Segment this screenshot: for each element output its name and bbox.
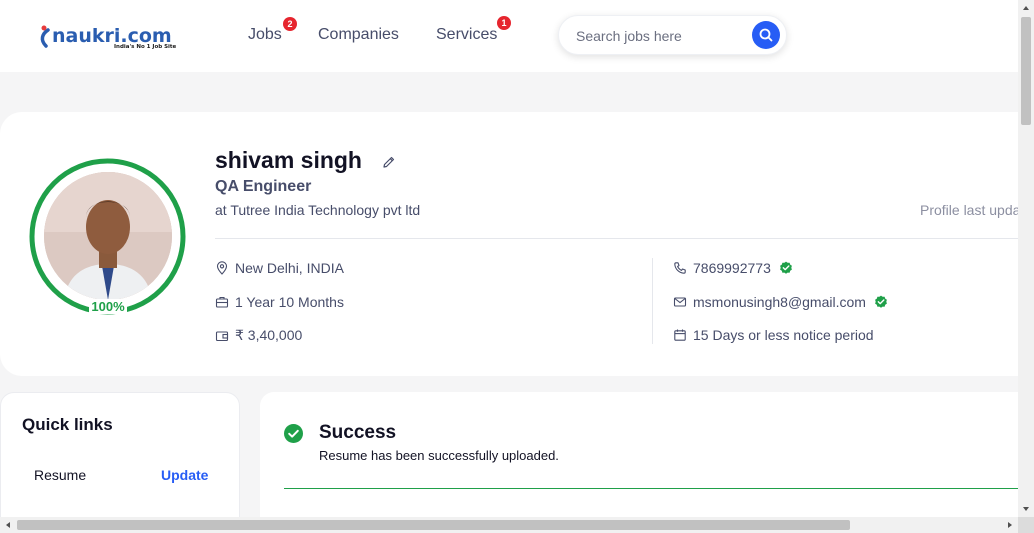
- location-pin-icon: [216, 261, 228, 275]
- details-column-divider: [652, 258, 653, 344]
- upload-success-card: Success Resume has been successfully upl…: [260, 392, 1018, 533]
- avatar[interactable]: [44, 172, 172, 300]
- nav-companies-label: Companies: [318, 26, 399, 43]
- profile-summary-card: 100% shivam singh QA Engineer at Tutree …: [0, 112, 1018, 376]
- job-search-bar[interactable]: Search jobs here: [558, 15, 787, 55]
- mail-icon: [673, 297, 687, 307]
- quick-links-panel: Quick links Resume Update: [0, 392, 240, 533]
- profile-last-updated: Profile last upda: [920, 202, 1018, 218]
- vertical-scroll-thumb[interactable]: [1021, 17, 1031, 125]
- profile-photo: [44, 172, 172, 300]
- search-button[interactable]: [752, 21, 780, 49]
- scroll-up-arrow-icon[interactable]: [1018, 0, 1034, 16]
- quick-links-title: Quick links: [22, 415, 113, 434]
- briefcase-icon: [215, 296, 229, 308]
- profile-divider: [215, 238, 1018, 239]
- nav-companies[interactable]: Companies: [318, 26, 399, 44]
- success-title: Success: [319, 422, 397, 443]
- profile-company: at Tutree India Technology pvt ltd: [215, 202, 421, 218]
- experience-text: 1 Year 10 Months: [235, 294, 344, 310]
- search-input[interactable]: Search jobs here: [576, 28, 682, 44]
- profile-designation: QA Engineer: [215, 178, 312, 195]
- nav-services-label: Services: [436, 26, 498, 43]
- services-notification-badge: 1: [497, 16, 511, 30]
- scroll-down-arrow-icon[interactable]: [1018, 501, 1034, 517]
- phone-icon: [674, 262, 686, 274]
- location-text: New Delhi, INDIA: [235, 260, 344, 276]
- profile-completion-percent: 100%: [89, 299, 127, 314]
- nav-jobs-label: Jobs: [248, 26, 282, 43]
- resume-update-link[interactable]: Update: [161, 467, 208, 483]
- wallet-icon: [215, 330, 229, 341]
- jobs-notification-badge: 2: [283, 17, 297, 31]
- salary-text: ₹ 3,40,000: [235, 327, 303, 343]
- edit-pencil-icon[interactable]: [382, 155, 396, 169]
- salary-detail: ₹ 3,40,000: [215, 327, 302, 344]
- vertical-scrollbar[interactable]: [1018, 0, 1034, 517]
- email-text: msmonusingh8@gmail.com: [693, 294, 866, 310]
- scroll-left-arrow-icon[interactable]: [0, 517, 16, 533]
- success-divider: [284, 488, 1018, 489]
- naukri-logo-mark: naukri.com India's No 1 Job Site: [40, 25, 177, 50]
- success-message: Resume has been successfully uploaded.: [319, 448, 559, 463]
- nav-services[interactable]: Services: [436, 26, 497, 44]
- quick-link-resume[interactable]: Resume: [34, 467, 86, 483]
- horizontal-scroll-thumb[interactable]: [17, 520, 850, 530]
- email-detail: msmonusingh8@gmail.com: [673, 294, 888, 310]
- naukri-logo[interactable]: naukri.com India's No 1 Job Site: [38, 22, 198, 56]
- verified-check-icon: [875, 295, 887, 308]
- horizontal-scrollbar[interactable]: [0, 517, 1018, 533]
- phone-text: 7869992773: [693, 260, 771, 276]
- search-icon: [759, 28, 773, 42]
- phone-detail: 7869992773: [673, 260, 793, 276]
- verified-check-icon: [779, 261, 792, 274]
- scroll-right-arrow-icon[interactable]: [1002, 517, 1018, 533]
- notice-period-text: 15 Days or less notice period: [693, 327, 874, 343]
- notice-period-detail: 15 Days or less notice period: [673, 327, 874, 343]
- success-check-icon: [284, 424, 303, 443]
- nav-jobs[interactable]: Jobs: [248, 26, 282, 44]
- scrollbar-corner: [1018, 517, 1034, 533]
- svg-text:India's No 1 Job Site: India's No 1 Job Site: [114, 44, 177, 50]
- top-header: naukri.com India's No 1 Job Site Jobs 2 …: [0, 0, 1018, 72]
- calendar-icon: [674, 329, 686, 341]
- location-detail: New Delhi, INDIA: [215, 260, 344, 276]
- profile-name: shivam singh: [215, 147, 362, 173]
- experience-detail: 1 Year 10 Months: [215, 294, 344, 310]
